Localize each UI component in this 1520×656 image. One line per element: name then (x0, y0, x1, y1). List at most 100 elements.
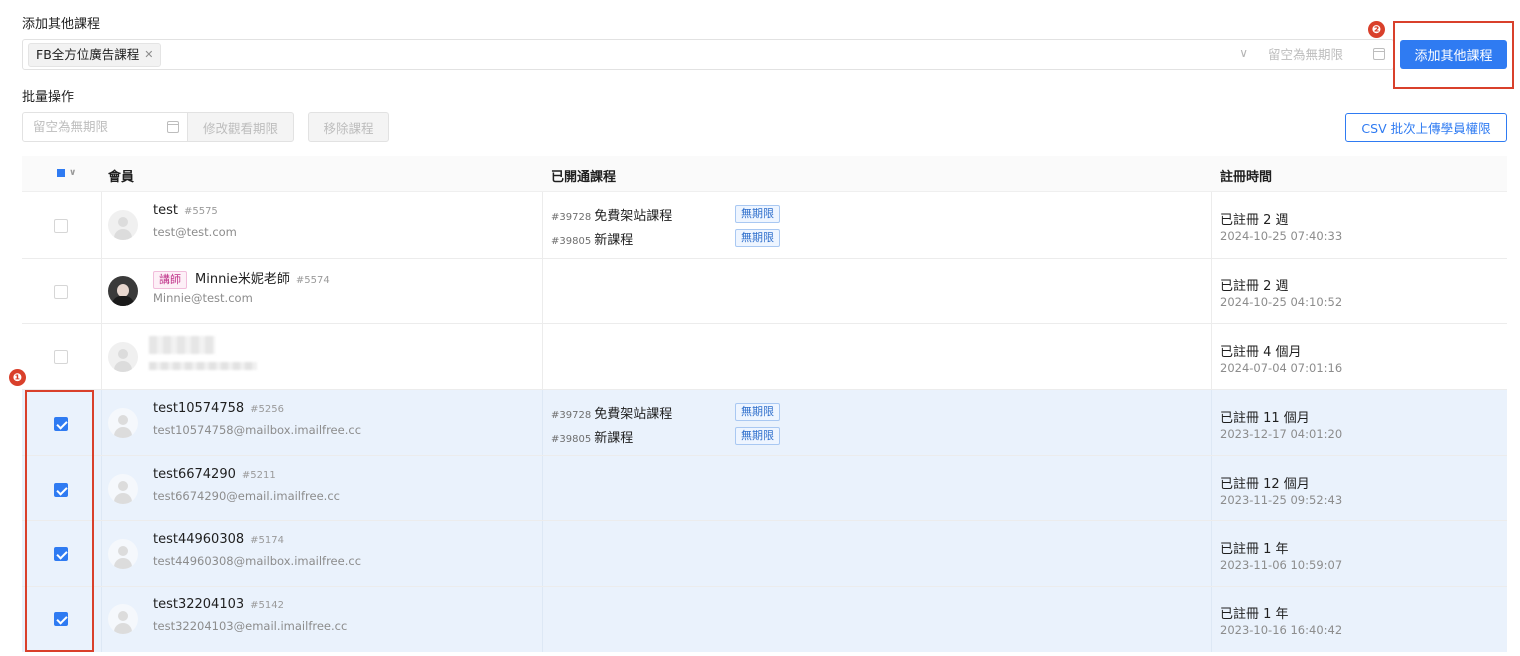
member-email: test@test.com (153, 225, 237, 239)
selected-course-tag: FB全方位廣告課程 ✕ (28, 43, 161, 67)
row-checkbox[interactable] (54, 285, 68, 299)
close-icon[interactable]: ✕ (144, 44, 153, 66)
member-email: test44960308@mailbox.imailfree.cc (153, 554, 362, 568)
course-item: #39805 新課程 (551, 229, 633, 248)
registered-duration: 已註冊 1 年 (1220, 607, 1289, 622)
batch-expiry-date-placeholder: 留空為無期限 (33, 119, 109, 134)
header-registered: 註冊時間 (1220, 170, 1273, 185)
column-divider (542, 521, 543, 586)
batch-operations-label: 批量操作 (22, 90, 75, 105)
role-badge: 講師 (153, 271, 187, 289)
member-email: Minnie@test.com (153, 291, 253, 305)
registered-duration: 已註冊 12 個月 (1220, 477, 1310, 492)
avatar (108, 276, 138, 306)
column-divider (542, 192, 543, 258)
chevron-down-icon[interactable]: ∨ (1239, 46, 1248, 60)
member-name-text: test6674290 (153, 467, 236, 482)
row-checkbox[interactable] (54, 219, 68, 233)
column-divider (1211, 390, 1212, 455)
table-row[interactable]: test32204103 #5142 test32204103@email.ima… (22, 587, 1507, 652)
select-all-checkbox[interactable]: ∨ (57, 168, 76, 178)
members-table: ∨ 會員 已開通課程 註冊時間 test #5575 test@test.com … (22, 156, 1507, 652)
course-name: 免費架站課程 (594, 209, 673, 224)
redacted-member-name (149, 336, 215, 354)
table-row[interactable]: test44960308 #5174 test44960308@mailbox.i… (22, 521, 1507, 587)
annotation-box-checkboxes (25, 390, 94, 652)
avatar (108, 539, 138, 569)
member-name: test #5575 (153, 203, 218, 218)
course-expiry-badge: 無期限 (735, 403, 780, 421)
member-id: #5256 (250, 404, 284, 415)
member-name-text: Minnie米妮老師 (195, 272, 290, 287)
member-name-text: test10574758 (153, 401, 245, 416)
column-divider (1211, 324, 1212, 389)
header-member: 會員 (108, 170, 135, 185)
avatar (108, 408, 138, 438)
column-divider (101, 456, 102, 520)
course-select[interactable]: FB全方位廣告課程 ✕ ∨ (22, 39, 1259, 70)
csv-upload-button[interactable]: CSV 批次上傳學員權限 (1345, 113, 1507, 142)
registered-date: 2024-10-25 07:40:33 (1220, 229, 1343, 243)
registered-date: 2023-11-25 09:52:43 (1220, 493, 1343, 507)
add-courses-label: 添加其他課程 (22, 17, 101, 32)
member-id: #5174 (250, 535, 284, 546)
member-name: test44960308 #5174 (153, 532, 284, 547)
select-all-indicator (57, 169, 65, 177)
avatar (108, 210, 138, 240)
table-row[interactable]: 講師 Minnie米妮老師 #5574 Minnie@test.com 已註冊 2 … (22, 259, 1507, 324)
column-divider (101, 324, 102, 389)
registered-date: 2023-12-17 04:01:20 (1220, 427, 1343, 441)
column-divider (542, 324, 543, 389)
member-id: #5142 (250, 600, 284, 611)
remove-course-button[interactable]: 移除課程 (308, 112, 389, 142)
annotation-badge-1: ❶ (9, 369, 26, 386)
column-divider (1211, 192, 1212, 258)
chevron-down-icon[interactable]: ∨ (69, 168, 76, 178)
table-header: ∨ 會員 已開通課程 註冊時間 (22, 156, 1507, 192)
annotation-badge-2: ❷ (1368, 21, 1385, 38)
table-row[interactable]: test6674290 #5211 test6674290@email.imail… (22, 456, 1507, 521)
column-divider (542, 587, 543, 652)
registered-date: 2023-10-16 16:40:42 (1220, 623, 1343, 637)
avatar (108, 474, 138, 504)
selected-course-tag-label: FB全方位廣告課程 (36, 47, 140, 62)
member-name: test10574758 #5256 (153, 401, 284, 416)
course-item: #39728 免費架站課程 (551, 205, 672, 224)
avatar (108, 342, 138, 372)
course-expiry-date-placeholder: 留空為無期限 (1268, 47, 1344, 62)
registered-duration: 已註冊 2 週 (1220, 213, 1289, 228)
registered-date: 2023-11-06 10:59:07 (1220, 558, 1343, 572)
course-name: 免費架站課程 (594, 407, 673, 422)
column-divider (101, 259, 102, 323)
course-id: #39728 (551, 410, 592, 421)
member-name-text: test44960308 (153, 532, 245, 547)
table-row[interactable]: test10574758 #5256 test10574758@mailbox.i… (22, 390, 1507, 456)
member-name: test6674290 #5211 (153, 467, 276, 482)
table-row[interactable]: test #5575 test@test.com #39728 免費架站課程 無期限… (22, 192, 1507, 259)
registered-duration: 已註冊 2 週 (1220, 279, 1289, 294)
row-checkbox[interactable] (54, 350, 68, 364)
member-name: test32204103 #5142 (153, 597, 284, 612)
header-courses: 已開通課程 (551, 170, 617, 185)
table-row[interactable]: 已註冊 4 個月 2024-07-04 07:01:16 (22, 324, 1507, 390)
member-email: test32204103@email.imailfree.cc (153, 619, 348, 633)
course-expiry-date-input[interactable]: 留空為無期限 (1258, 39, 1394, 70)
batch-expiry-date-input[interactable]: 留空為無期限 (22, 112, 188, 142)
registered-duration: 已註冊 4 個月 (1220, 345, 1302, 360)
column-divider (1211, 521, 1212, 586)
course-expiry-badge: 無期限 (735, 229, 780, 247)
column-divider (542, 259, 543, 323)
member-id: #5574 (295, 275, 330, 286)
member-id: #5211 (241, 470, 276, 481)
registered-date: 2024-07-04 07:01:16 (1220, 361, 1343, 375)
course-item: #39728 免費架站課程 (551, 403, 672, 422)
course-name: 新課程 (594, 431, 634, 446)
column-divider (542, 390, 543, 455)
column-divider (542, 456, 543, 520)
calendar-icon (167, 121, 179, 133)
modify-expiry-button[interactable]: 修改觀看期限 (187, 112, 294, 142)
column-divider (101, 587, 102, 652)
course-item: #39805 新課程 (551, 427, 633, 446)
member-email: test6674290@email.imailfree.cc (153, 489, 340, 503)
course-name: 新課程 (594, 233, 634, 248)
